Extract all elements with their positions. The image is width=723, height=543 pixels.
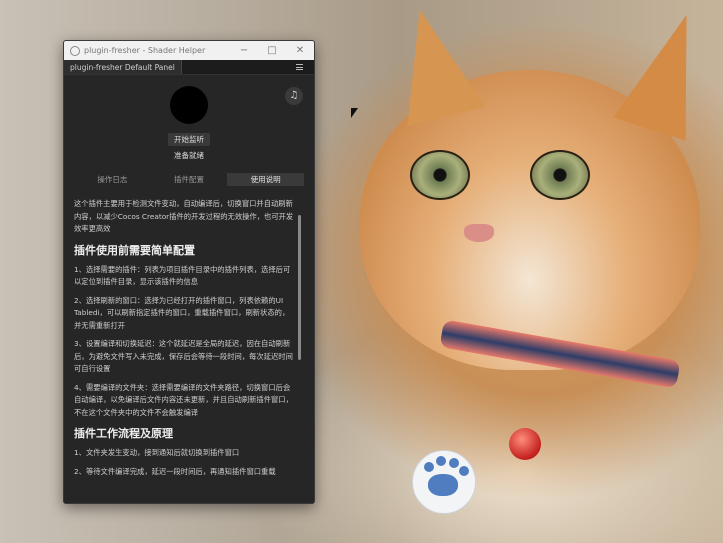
window-title: plugin-fresher - Shader Helper [84,46,206,55]
workflow-step: 1、文件夹发生变动，接到通知后就切换到插件窗口 [74,448,240,457]
plugin-window: plugin-fresher - Shader Helper − □ ✕ plu… [63,40,315,504]
tab-plugin-config[interactable]: 插件配置 [151,173,228,186]
paw-toe [459,466,469,476]
config-step: 3、设置编译和切换延迟：这个就延迟是全局的延迟，因在自动刷新后，为避免文件写入未… [74,339,293,373]
cat-nose [464,224,494,242]
section-heading-workflow: 插件工作流程及原理 [74,427,173,440]
intro-paragraph: 这个插件主要用于检测文件变动，自动编译后，切换窗口并自动刷新内容，以减少Coco… [74,199,294,233]
paw-toe [436,456,446,466]
tab-usage-guide[interactable]: 使用说明 [227,173,305,186]
collar-bell [509,428,541,460]
app-icon [70,45,80,56]
title-bar[interactable]: plugin-fresher - Shader Helper − □ ✕ [64,41,314,60]
config-step: 1、选择需要的插件：列表为项目插件目录中的插件列表，选择后可以定位到插件目录，显… [74,264,291,287]
panel-tab-bar: plugin-fresher Default Panel [64,60,314,75]
usage-guide-content[interactable]: 这个插件主要用于检测文件变动，自动编译后，切换窗口并自动刷新内容，以减少Coco… [74,198,296,498]
section-heading-config: 插件使用前需要简单配置 [74,243,195,257]
hamburger-menu-icon[interactable] [296,60,314,74]
cat-ear-right [613,3,723,141]
paw-toe [449,458,459,468]
paw-toe [424,462,434,472]
minimize-icon[interactable]: − [230,41,258,60]
status-text: 准备就绪 [174,151,204,160]
mouse-cursor-icon [351,108,358,118]
music-icon[interactable]: ♫ [285,87,303,105]
paw-pad [428,474,458,496]
panel-tabs: 操作日志 插件配置 使用说明 [74,173,305,186]
panel-body: ♫ 开始监听 准备就绪 操作日志 插件配置 使用说明 这个插件主要用于检测文件变… [64,75,314,503]
content-scrollbar[interactable] [298,215,301,360]
workflow-step: 2、等待文件编译完成，延迟一段时间后，再通知插件窗口重载 [74,466,276,476]
close-icon[interactable]: ✕ [286,41,314,60]
cat-ear-left [380,0,486,127]
panel-tab[interactable]: plugin-fresher Default Panel [64,60,182,74]
avatar [170,86,208,124]
config-step: 4、需要编译的文件夹：选择需要编译的文件夹路径，切换窗口后会自动编译，以免编译后… [74,382,293,417]
config-step: 2、选择刷新的窗口：选择为已经打开的插件窗口，列表依赖的UI Tabledi，可… [74,295,290,330]
cat-eye-right [530,150,590,200]
start-listen-button[interactable]: 开始监听 [168,133,210,146]
cat-eye-left [410,150,470,200]
maximize-icon[interactable]: □ [258,41,286,60]
tab-operation-log[interactable]: 操作日志 [74,173,151,186]
